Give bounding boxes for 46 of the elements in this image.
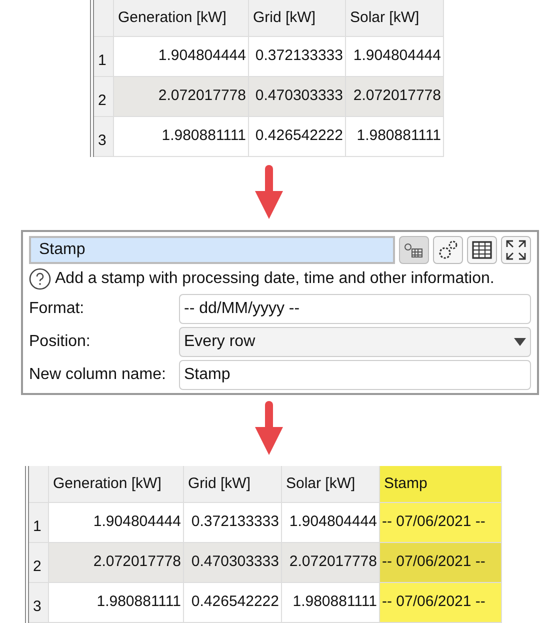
table-cell: 0.426542222 (184, 583, 282, 622)
table-cell: -- 07/06/2021 -- (380, 583, 502, 622)
data-table-settings-icon[interactable] (399, 236, 429, 264)
text-field[interactable]: -- dd/MM/yyyy -- (179, 294, 531, 324)
table-cell: 1.904804444 (49, 503, 184, 542)
column-header[interactable]: Generation [kW] (49, 466, 184, 502)
table-icon[interactable] (467, 236, 497, 264)
table-cell: 0.372133333 (184, 503, 282, 542)
row-number: 2 (94, 77, 114, 116)
panel-title[interactable]: Stamp (29, 236, 395, 264)
field-label: Format: (29, 299, 86, 319)
down-arrow-icon (255, 165, 283, 219)
row-number: 2 (29, 543, 49, 582)
row-number: 3 (94, 117, 114, 156)
table-cell: 0.372133333 (249, 37, 346, 76)
column-header[interactable]: Solar [kW] (346, 0, 444, 36)
row-number: 3 (29, 583, 49, 622)
table-cell: 1.980881111 (346, 117, 444, 156)
table-cell: 1.904804444 (346, 37, 444, 76)
column-header[interactable]: Grid [kW] (249, 0, 346, 36)
table-cell: -- 07/06/2021 -- (380, 503, 502, 542)
expand-icon[interactable] (501, 236, 531, 264)
table-cell: 1.980881111 (49, 583, 184, 622)
help-text: Add a stamp with processing date, time and other information. (55, 269, 494, 289)
table-cell: 0.426542222 (249, 117, 346, 156)
down-arrow-icon (255, 401, 283, 455)
position-dropdown[interactable]: Every row (179, 327, 531, 357)
dropdown-caret-icon (514, 338, 526, 346)
table-cell: 1.904804444 (114, 37, 249, 76)
table-cell: 1.980881111 (114, 117, 249, 156)
table-cell: 0.470303333 (249, 77, 346, 116)
table-cell: 2.072017778 (346, 77, 444, 116)
row-number: 1 (94, 37, 114, 76)
column-header[interactable]: Generation [kW] (114, 0, 249, 36)
table-cell: -- 07/06/2021 -- (380, 543, 502, 582)
field-label: New column name: (29, 365, 167, 385)
help-icon[interactable] (29, 268, 51, 290)
gears-icon[interactable] (433, 236, 463, 264)
table-cell: 0.470303333 (184, 543, 282, 582)
field-label: Position: (29, 332, 92, 352)
table-cell: 2.072017778 (49, 543, 184, 582)
row-number: 1 (29, 503, 49, 542)
table-cell: 2.072017778 (114, 77, 249, 116)
text-field[interactable]: Stamp (179, 360, 531, 390)
column-header[interactable]: Stamp (380, 466, 502, 502)
column-header[interactable]: Grid [kW] (184, 466, 282, 502)
